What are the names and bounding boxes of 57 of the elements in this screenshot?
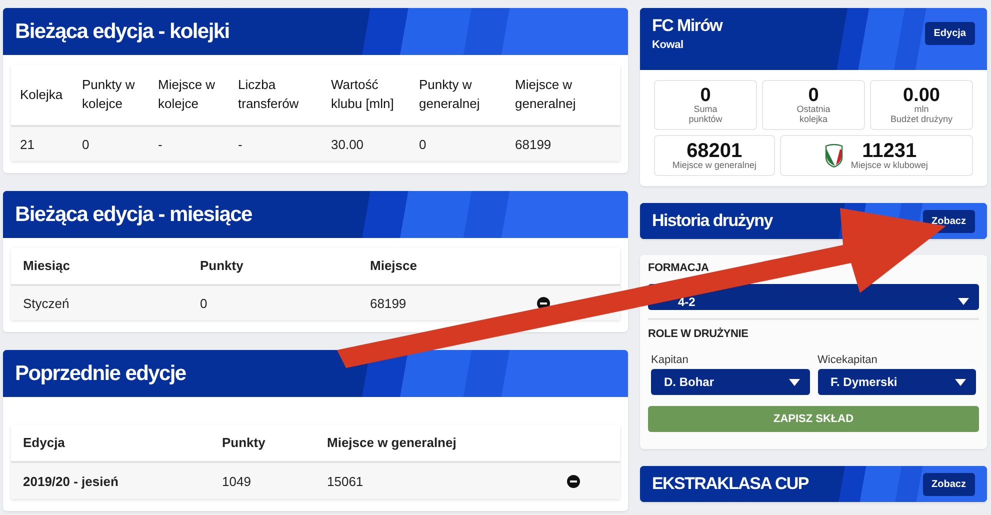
rank-value: 11231 (862, 140, 917, 161)
column-header: Punkty w kolejce (81, 76, 136, 113)
section-title: Poprzednie edycje (15, 362, 186, 386)
section-heading: FORMACJA (648, 262, 710, 274)
stat-label: Suma punktów (688, 104, 724, 124)
column-header: Punkty (221, 434, 266, 452)
column-header: Miesiąc (22, 256, 71, 275)
stat-value: 0 (700, 86, 711, 105)
player-select[interactable]: F. Dymerski (818, 369, 976, 395)
stat-unit: mln (914, 104, 929, 114)
table-cell-text: 68199 (369, 296, 408, 310)
column-header: Miejsce w kolejce (157, 76, 216, 113)
edit-button[interactable]: Edycja (924, 22, 975, 45)
field-label: Kapitan (651, 354, 690, 366)
stat-label: Ostatnia kolejka (796, 104, 832, 124)
stat-value: 0.00 (903, 86, 940, 105)
table-cell-text: 30.00 (330, 136, 365, 152)
column-header: Miejsce (369, 256, 418, 275)
column-header: Wartość klubu [mln] (330, 76, 395, 113)
table-cell-text: 0 (418, 136, 428, 152)
rank-label: Miejsce w klubowej (850, 160, 928, 170)
stat-label: Budżet drużyny (890, 114, 953, 124)
table-cell-text: - (237, 136, 244, 152)
section-title: Bieżąca edycja - kolejki (15, 20, 230, 44)
section-title: EKSTRAKLASA CUP (652, 474, 808, 494)
table-cell-text: 0 (81, 136, 90, 152)
caret-icon (958, 298, 969, 305)
shield-icon (824, 144, 843, 168)
column-header: Miejsce w generalnej (514, 76, 577, 113)
table-cell-text: 15061 (326, 474, 364, 488)
table-cell-text: 2019/20 - jesień (22, 474, 120, 488)
stat-value: 0 (808, 86, 819, 105)
collapse-icon[interactable] (566, 474, 580, 488)
table-cell-text: 0 (199, 296, 208, 310)
table-cell-text: - (157, 136, 164, 152)
table-cell-text: 21 (19, 136, 36, 152)
table-cell-text: Styczeń (22, 296, 70, 310)
caret-icon (788, 378, 800, 386)
team-name: FC Mirów (652, 16, 722, 36)
table-cell-text: 1049 (221, 474, 252, 488)
manager-name: Kowal (652, 39, 684, 51)
rank-label: Miejsce w generalnej (672, 160, 756, 170)
column-header: Punkty (199, 256, 244, 275)
column-header: Miejsce w generalnej (326, 434, 458, 452)
column-header: Edycja (22, 434, 66, 452)
rank-value: 68201 (686, 140, 742, 161)
column-header: Punkty w generalnej (418, 76, 481, 113)
section-heading: ROLE W DRUŻYNIE (648, 328, 750, 340)
section-title: Historia drużyny (652, 211, 772, 231)
caret-icon (955, 378, 966, 386)
view-button[interactable]: Zobacz (922, 472, 975, 496)
player-select[interactable]: D. Bohar (651, 369, 810, 395)
section-title: Bieżąca edycja - miesiące (15, 202, 252, 226)
column-header: Liczba transferów (237, 76, 300, 113)
table-cell-text: 68199 (514, 136, 552, 152)
column-header: Kolejka (19, 86, 64, 104)
field-label: Wicekapitan (818, 354, 878, 366)
